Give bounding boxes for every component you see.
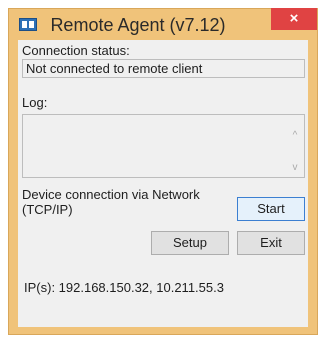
client-area: Connection status: Not connected to remo… <box>18 40 308 327</box>
scroll-down-icon[interactable]: v <box>290 163 300 173</box>
start-button[interactable]: Start <box>237 197 305 221</box>
connection-status-label: Connection status: <box>22 43 130 58</box>
window-title: Remote Agent (v7.12) <box>50 15 226 35</box>
setup-button[interactable]: Setup <box>151 231 229 255</box>
scroll-up-icon[interactable]: ^ <box>290 131 300 141</box>
ip-addresses: IP(s): 192.168.150.32, 10.211.55.3 <box>24 280 224 295</box>
log-textarea[interactable]: ^ v <box>22 114 305 178</box>
device-connection-label-line2: (TCP/IP) <box>22 202 73 217</box>
log-label: Log: <box>22 95 48 110</box>
title-bar[interactable]: Remote Agent (v7.12) × <box>9 8 317 41</box>
exit-button[interactable]: Exit <box>237 231 305 255</box>
remote-agent-window: Remote Agent (v7.12) × Connection status… <box>8 8 318 335</box>
close-button[interactable]: × <box>271 8 317 30</box>
connection-status-field: Not connected to remote client <box>22 59 305 78</box>
device-connection-label-line1: Device connection via Network <box>22 187 200 202</box>
